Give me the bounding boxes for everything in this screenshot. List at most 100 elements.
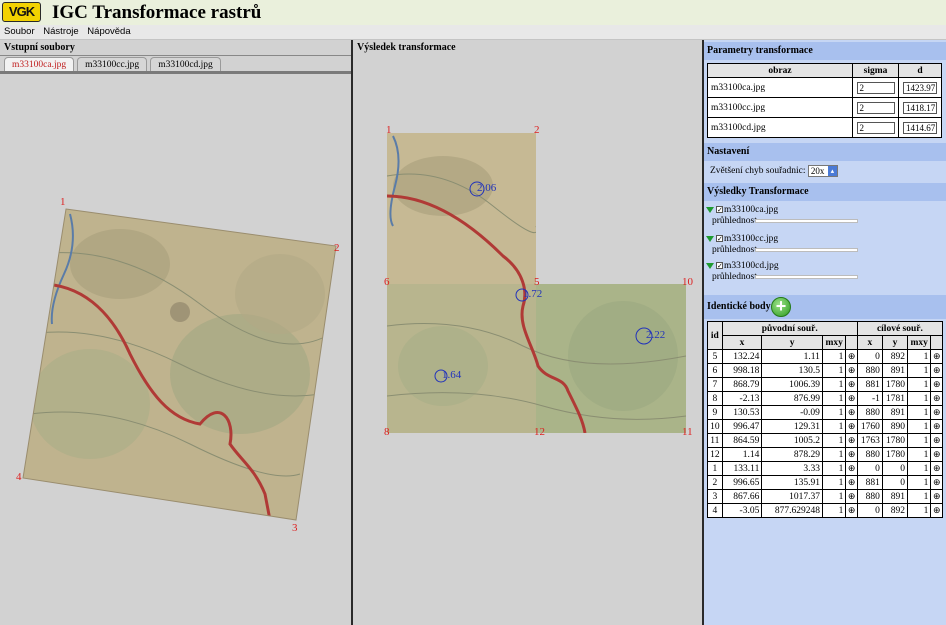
- layer-visible-checkbox[interactable]: ✓: [716, 262, 723, 270]
- point-sx[interactable]: 1.14: [721, 447, 763, 462]
- point-ty[interactable]: 1780: [881, 433, 909, 448]
- spinner-arrows-icon[interactable]: ▴: [827, 166, 837, 176]
- point-tx[interactable]: -1: [856, 391, 883, 406]
- point-tx[interactable]: 1763: [856, 433, 883, 448]
- point-smxy[interactable]: 1: [821, 349, 847, 364]
- point-ty[interactable]: 0: [881, 475, 909, 490]
- pick-point-icon[interactable]: ⊕: [848, 393, 856, 403]
- point-sy[interactable]: 1006.39: [761, 377, 823, 392]
- point-sy[interactable]: 1005.2: [761, 433, 823, 448]
- point-sy[interactable]: 129.31: [761, 419, 823, 434]
- opacity-slider[interactable]: [755, 275, 858, 279]
- table-row[interactable]: 9 130.53 -0.09 1 ⊕ 880 891 1 ⊕: [707, 405, 943, 420]
- expand-triangle-icon[interactable]: [706, 206, 714, 213]
- pick-point-icon[interactable]: ⊕: [933, 365, 941, 375]
- point-tmxy[interactable]: 1: [906, 419, 932, 434]
- opacity-slider[interactable]: [755, 219, 858, 223]
- point-smxy[interactable]: 1: [821, 377, 847, 392]
- point-ty[interactable]: 0: [881, 461, 909, 476]
- point-tmxy[interactable]: 1: [906, 503, 932, 518]
- pick-point-icon[interactable]: ⊕: [933, 407, 941, 417]
- point-sx[interactable]: -2.13: [721, 391, 763, 406]
- point-tmxy[interactable]: 1: [906, 489, 932, 504]
- point-sx[interactable]: 998.18: [721, 363, 763, 378]
- pick-point-icon[interactable]: ⊕: [848, 421, 856, 431]
- point-ty[interactable]: 892: [881, 349, 909, 364]
- table-row[interactable]: 8 -2.13 876.99 1 ⊕ -1 1781 1 ⊕: [707, 391, 943, 406]
- pick-point-icon[interactable]: ⊕: [933, 449, 941, 459]
- menu-file[interactable]: Soubor: [0, 25, 38, 39]
- sigma-input[interactable]: 2: [856, 121, 895, 134]
- pick-point-icon[interactable]: ⊕: [933, 491, 941, 501]
- point-smxy[interactable]: 1: [821, 391, 847, 406]
- table-row[interactable]: 11 864.59 1005.2 1 ⊕ 1763 1780 1 ⊕: [707, 433, 943, 448]
- pick-point-icon[interactable]: ⊕: [933, 463, 941, 473]
- table-row[interactable]: 3 867.66 1017.37 1 ⊕ 880 891 1 ⊕: [707, 489, 943, 504]
- point-sy[interactable]: 1017.37: [761, 489, 823, 504]
- table-row[interactable]: 5 132.24 1.11 1 ⊕ 0 892 1 ⊕: [707, 349, 943, 364]
- point-sx[interactable]: 996.65: [721, 475, 763, 490]
- point-tmxy[interactable]: 1: [906, 363, 932, 378]
- point-sy[interactable]: 876.99: [761, 391, 823, 406]
- zoom-select[interactable]: 20x ▴: [807, 165, 838, 177]
- point-smxy[interactable]: 1: [821, 461, 847, 476]
- point-tx[interactable]: 881: [856, 475, 883, 490]
- pick-point-icon[interactable]: ⊕: [933, 393, 941, 403]
- pick-point-icon[interactable]: ⊕: [848, 435, 856, 445]
- pick-point-icon[interactable]: ⊕: [848, 379, 856, 389]
- point-tx[interactable]: 880: [856, 489, 883, 504]
- point-sy[interactable]: 1.11: [761, 349, 823, 364]
- point-ty[interactable]: 890: [881, 419, 909, 434]
- pick-point-icon[interactable]: ⊕: [848, 505, 856, 515]
- point-sy[interactable]: 130.5: [761, 363, 823, 378]
- tab-m33100ca[interactable]: m33100ca.jpg: [4, 57, 75, 72]
- pick-point-icon[interactable]: ⊕: [933, 379, 941, 389]
- point-smxy[interactable]: 1: [821, 489, 847, 504]
- pick-point-icon[interactable]: ⊕: [933, 351, 941, 361]
- pick-point-icon[interactable]: ⊕: [933, 435, 941, 445]
- table-row[interactable]: 1 133.11 3.33 1 ⊕ 0 0 1 ⊕: [707, 461, 943, 476]
- point-tx[interactable]: 880: [856, 363, 883, 378]
- table-row[interactable]: 10 996.47 129.31 1 ⊕ 1760 890 1 ⊕: [707, 419, 943, 434]
- point-tmxy[interactable]: 1: [906, 475, 932, 490]
- table-row[interactable]: 7 868.79 1006.39 1 ⊕ 881 1780 1 ⊕: [707, 377, 943, 392]
- tab-m33100cd[interactable]: m33100cd.jpg: [150, 57, 221, 72]
- pick-point-icon[interactable]: ⊕: [848, 407, 856, 417]
- point-smxy[interactable]: 1: [821, 363, 847, 378]
- opacity-slider[interactable]: [755, 248, 858, 252]
- point-sy[interactable]: -0.09: [761, 405, 823, 420]
- point-tx[interactable]: 880: [856, 405, 883, 420]
- point-sy[interactable]: 877.629248: [761, 503, 823, 518]
- point-tx[interactable]: 0: [856, 503, 883, 518]
- point-ty[interactable]: 891: [881, 363, 909, 378]
- point-tmxy[interactable]: 1: [906, 377, 932, 392]
- pick-point-icon[interactable]: ⊕: [848, 365, 856, 375]
- point-smxy[interactable]: 1: [821, 419, 847, 434]
- pick-point-icon[interactable]: ⊕: [848, 449, 856, 459]
- table-row[interactable]: 2 996.65 135.91 1 ⊕ 881 0 1 ⊕: [707, 475, 943, 490]
- point-sx[interactable]: 867.66: [721, 489, 763, 504]
- pick-point-icon[interactable]: ⊕: [848, 491, 856, 501]
- point-tmxy[interactable]: 1: [906, 461, 932, 476]
- pick-point-icon[interactable]: ⊕: [848, 463, 856, 473]
- point-tx[interactable]: 0: [856, 349, 883, 364]
- point-ty[interactable]: 891: [881, 405, 909, 420]
- point-tmxy[interactable]: 1: [906, 447, 932, 462]
- point-smxy[interactable]: 1: [821, 447, 847, 462]
- point-tx[interactable]: 881: [856, 377, 883, 392]
- table-row[interactable]: 12 1.14 878.29 1 ⊕ 880 1780 1 ⊕: [707, 447, 943, 462]
- point-sy[interactable]: 878.29: [761, 447, 823, 462]
- input-map-canvas[interactable]: 1 2 3 4: [0, 74, 352, 625]
- point-ty[interactable]: 891: [881, 489, 909, 504]
- point-sx[interactable]: 868.79: [721, 377, 763, 392]
- point-tx[interactable]: 0: [856, 461, 883, 476]
- pick-point-icon[interactable]: ⊕: [933, 421, 941, 431]
- table-row[interactable]: 6 998.18 130.5 1 ⊕ 880 891 1 ⊕: [707, 363, 943, 378]
- point-sx[interactable]: -3.05: [721, 503, 763, 518]
- sigma-input[interactable]: 2: [856, 101, 895, 114]
- point-smxy[interactable]: 1: [821, 405, 847, 420]
- point-sx[interactable]: 133.11: [721, 461, 763, 476]
- point-tmxy[interactable]: 1: [906, 433, 932, 448]
- point-tx[interactable]: 880: [856, 447, 883, 462]
- point-tmxy[interactable]: 1: [906, 405, 932, 420]
